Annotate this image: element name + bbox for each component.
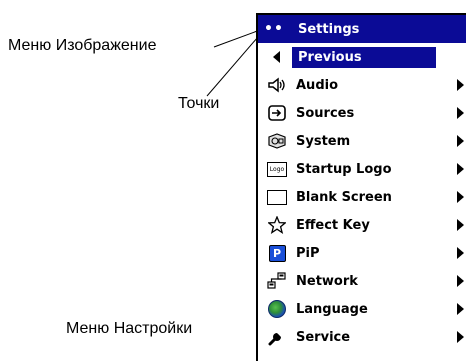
- callout-image-menu: Меню Изображение: [8, 37, 157, 54]
- speaker-icon: [264, 76, 290, 94]
- menu-item-label: PiP: [296, 245, 320, 261]
- network-icon: [264, 272, 290, 290]
- wrench-icon: [264, 328, 290, 346]
- pip-icon: P: [264, 244, 290, 262]
- menu-item-label: Language: [296, 301, 368, 317]
- menu-item-language[interactable]: Language: [258, 295, 466, 323]
- menu-item-label: Startup Logo: [296, 161, 392, 177]
- source-input-icon: [264, 104, 290, 122]
- menu-item-label: Network: [296, 273, 358, 289]
- menu-item-label: Service: [296, 329, 351, 345]
- callout-dots: Точки: [178, 95, 220, 112]
- submenu-arrow-icon: [457, 79, 464, 91]
- menu-item-label: Previous: [292, 46, 436, 68]
- menu-item-blank-screen[interactable]: Blank Screen: [258, 183, 466, 211]
- menu-item-label: System: [296, 133, 351, 149]
- menu-header: •• Settings: [258, 15, 466, 43]
- logo-icon-text: Logo: [267, 161, 287, 177]
- submenu-arrow-icon: [457, 247, 464, 259]
- submenu-arrow-icon: [457, 219, 464, 231]
- submenu-arrow-icon: [457, 163, 464, 175]
- leader-line-image-menu: [213, 29, 261, 48]
- menu-title: Settings: [298, 21, 360, 37]
- globe-icon: [264, 300, 290, 318]
- menu-item-system[interactable]: System: [258, 127, 466, 155]
- menu-item-pip[interactable]: P PiP: [258, 239, 466, 267]
- menu-item-network[interactable]: Network: [258, 267, 466, 295]
- menu-item-startup-logo[interactable]: Logo Startup Logo: [258, 155, 466, 183]
- menu-item-effect-key[interactable]: Effect Key: [258, 211, 466, 239]
- blank-screen-icon: [264, 188, 290, 206]
- submenu-arrow-icon: [457, 275, 464, 287]
- pip-icon-text: P: [268, 244, 286, 262]
- menu-item-label: Effect Key: [296, 217, 370, 233]
- submenu-arrow-icon: [457, 331, 464, 343]
- submenu-arrow-icon: [457, 303, 464, 315]
- submenu-arrow-icon: [457, 107, 464, 119]
- left-arrow-icon: [264, 48, 290, 66]
- logo-icon: Logo: [264, 160, 290, 178]
- menu-item-previous[interactable]: Previous: [258, 43, 466, 71]
- menu-item-label: Blank Screen: [296, 189, 392, 205]
- system-icon: [264, 132, 290, 150]
- star-icon: [264, 216, 290, 234]
- menu-item-sources[interactable]: Sources: [258, 99, 466, 127]
- menu-dots-icon: ••: [264, 21, 284, 37]
- submenu-arrow-icon: [457, 135, 464, 147]
- submenu-arrow-icon: [457, 191, 464, 203]
- menu-item-service[interactable]: Service: [258, 323, 466, 351]
- callout-settings-menu: Меню Настройки: [66, 320, 193, 337]
- menu-item-audio[interactable]: Audio: [258, 71, 466, 99]
- menu-item-label: Audio: [296, 77, 339, 93]
- settings-menu: •• Settings Previous Audio Sources Syste…: [256, 13, 466, 361]
- menu-item-label: Sources: [296, 105, 355, 121]
